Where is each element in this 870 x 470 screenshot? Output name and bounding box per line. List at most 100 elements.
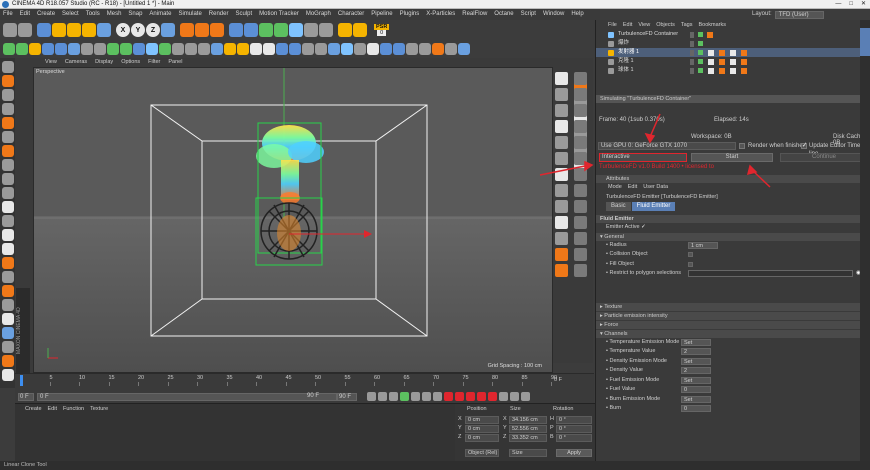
floor-icon[interactable] bbox=[304, 23, 318, 37]
gpu-dropdown[interactable]: Use GPU 0: GeForce GTX 1070 bbox=[598, 142, 736, 150]
viewport-tool-icon[interactable] bbox=[555, 232, 568, 245]
tool-icon[interactable] bbox=[367, 43, 379, 55]
viewport-tool-icon[interactable] bbox=[555, 120, 568, 133]
undo-icon[interactable] bbox=[3, 23, 17, 37]
array-icon[interactable] bbox=[274, 23, 288, 37]
channel-value-field[interactable]: 0 bbox=[681, 405, 711, 412]
deformer-icon[interactable] bbox=[289, 23, 303, 37]
menu-render[interactable]: Render bbox=[209, 9, 229, 20]
tool-icon[interactable] bbox=[315, 43, 327, 55]
viewport-menu-view[interactable]: View bbox=[45, 58, 57, 67]
tool-icon[interactable] bbox=[341, 43, 353, 55]
channel-value-field[interactable]: Set bbox=[681, 357, 711, 365]
continue-button[interactable]: Continue bbox=[780, 153, 868, 162]
frame-range-slider[interactable]: 0 F bbox=[37, 393, 337, 401]
object-menu-bookmarks[interactable]: Bookmarks bbox=[698, 20, 726, 30]
object-menu-objects[interactable]: Objects bbox=[656, 20, 675, 30]
menu-character[interactable]: Character bbox=[338, 9, 364, 20]
menu-help[interactable]: Help bbox=[571, 9, 583, 20]
tool-icon[interactable] bbox=[406, 43, 418, 55]
mode-icon[interactable] bbox=[1, 299, 14, 311]
tag-icon[interactable] bbox=[719, 67, 725, 74]
viewport-tool-icon[interactable] bbox=[555, 200, 568, 213]
viewport-tool-icon[interactable] bbox=[555, 72, 568, 85]
object-menu-file[interactable]: File bbox=[608, 20, 617, 30]
tool-icon[interactable] bbox=[133, 43, 145, 55]
tool-icon[interactable] bbox=[289, 43, 301, 55]
playback-icon[interactable] bbox=[510, 392, 519, 401]
mode-icon[interactable] bbox=[1, 369, 14, 381]
object-row[interactable]: 爆炸 bbox=[596, 39, 870, 48]
menu-tools[interactable]: Tools bbox=[86, 9, 100, 20]
menu-file[interactable]: File bbox=[3, 9, 13, 20]
channel-value-field[interactable]: 2 bbox=[681, 348, 711, 355]
tag-icon[interactable] bbox=[719, 49, 725, 56]
menu-pipeline[interactable]: Pipeline bbox=[371, 9, 392, 20]
playback-icon[interactable] bbox=[466, 392, 475, 401]
viewport-tool-icon[interactable] bbox=[555, 88, 568, 101]
mode-icon[interactable] bbox=[1, 103, 14, 115]
tool-icon[interactable] bbox=[354, 43, 366, 55]
mode-icon[interactable] bbox=[1, 257, 14, 269]
tool-icon[interactable] bbox=[445, 43, 457, 55]
playback-icon[interactable] bbox=[499, 392, 508, 401]
rotate-icon[interactable] bbox=[82, 23, 96, 37]
tool-icon[interactable] bbox=[81, 43, 93, 55]
mode-icon[interactable] bbox=[1, 187, 14, 199]
playback-icon[interactable] bbox=[433, 392, 442, 401]
size-y-field[interactable]: 52.556 cm bbox=[509, 425, 547, 433]
rotation-h-field[interactable]: 0 ° bbox=[556, 416, 592, 424]
size-z-field[interactable]: 33.352 cm bbox=[509, 434, 547, 442]
tool-icon[interactable] bbox=[42, 43, 54, 55]
mode-icon[interactable] bbox=[1, 215, 14, 227]
section-force[interactable]: ▸ Force bbox=[596, 320, 870, 329]
playback-icon[interactable] bbox=[389, 392, 398, 401]
tag-icon[interactable] bbox=[708, 67, 714, 74]
menu-edit[interactable]: Edit bbox=[20, 9, 30, 20]
section-general[interactable]: ▾ General bbox=[596, 232, 870, 241]
viewport-menu-panel[interactable]: Panel bbox=[168, 58, 182, 67]
position-y-field[interactable]: 0 cm bbox=[465, 425, 499, 433]
mode-icon[interactable] bbox=[1, 285, 14, 297]
tool-icon[interactable] bbox=[224, 43, 236, 55]
viewport-tool-icon[interactable] bbox=[574, 168, 587, 181]
tool-icon[interactable] bbox=[328, 43, 340, 55]
viewport-menu-filter[interactable]: Filter bbox=[148, 58, 160, 67]
camera-icon[interactable] bbox=[319, 23, 333, 37]
material-menu-edit[interactable]: Edit bbox=[48, 404, 57, 414]
z-axis-icon[interactable]: Z bbox=[146, 23, 160, 37]
tag-icon[interactable] bbox=[741, 67, 747, 74]
viewport-menu-options[interactable]: Options bbox=[121, 58, 140, 67]
material-menu-texture[interactable]: Texture bbox=[90, 404, 108, 414]
menu-window[interactable]: Window bbox=[543, 9, 564, 20]
attr-menu-user-data[interactable]: User Data bbox=[643, 183, 668, 192]
viewport-tool-icon[interactable] bbox=[555, 152, 568, 165]
visibility-dots-icon[interactable] bbox=[690, 49, 694, 56]
tool-icon[interactable] bbox=[263, 43, 275, 55]
attr-menu-mode[interactable]: Mode bbox=[608, 183, 622, 192]
playback-icon[interactable] bbox=[378, 392, 387, 401]
tool-icon[interactable] bbox=[29, 43, 41, 55]
viewport-tool-icon[interactable] bbox=[574, 216, 587, 229]
size-x-field[interactable]: 34.156 cm bbox=[509, 416, 547, 424]
minimize-button[interactable]: — bbox=[835, 0, 841, 9]
playback-icon[interactable] bbox=[400, 392, 409, 401]
viewport-tool-icon[interactable] bbox=[574, 232, 587, 245]
menu-snap[interactable]: Snap bbox=[128, 9, 142, 20]
mode-icon[interactable] bbox=[1, 117, 14, 129]
viewport-tool-icon[interactable] bbox=[574, 136, 587, 149]
tool-icon[interactable] bbox=[380, 43, 392, 55]
check-icon[interactable] bbox=[698, 50, 703, 55]
channel-value-field[interactable]: Set bbox=[681, 338, 711, 346]
mode-icon[interactable] bbox=[1, 61, 14, 73]
menu-select[interactable]: Select bbox=[62, 9, 79, 20]
check-icon[interactable] bbox=[698, 32, 703, 37]
playback-icon[interactable] bbox=[422, 392, 431, 401]
playback-icon[interactable] bbox=[521, 392, 530, 401]
tool-icon[interactable] bbox=[3, 43, 15, 55]
viewport-tool-icon[interactable] bbox=[555, 136, 568, 149]
viewport-tool-icon[interactable] bbox=[555, 168, 568, 181]
mode-icon[interactable] bbox=[1, 75, 14, 87]
start-button[interactable]: Start bbox=[691, 153, 773, 162]
visibility-dots-icon[interactable] bbox=[690, 31, 694, 38]
